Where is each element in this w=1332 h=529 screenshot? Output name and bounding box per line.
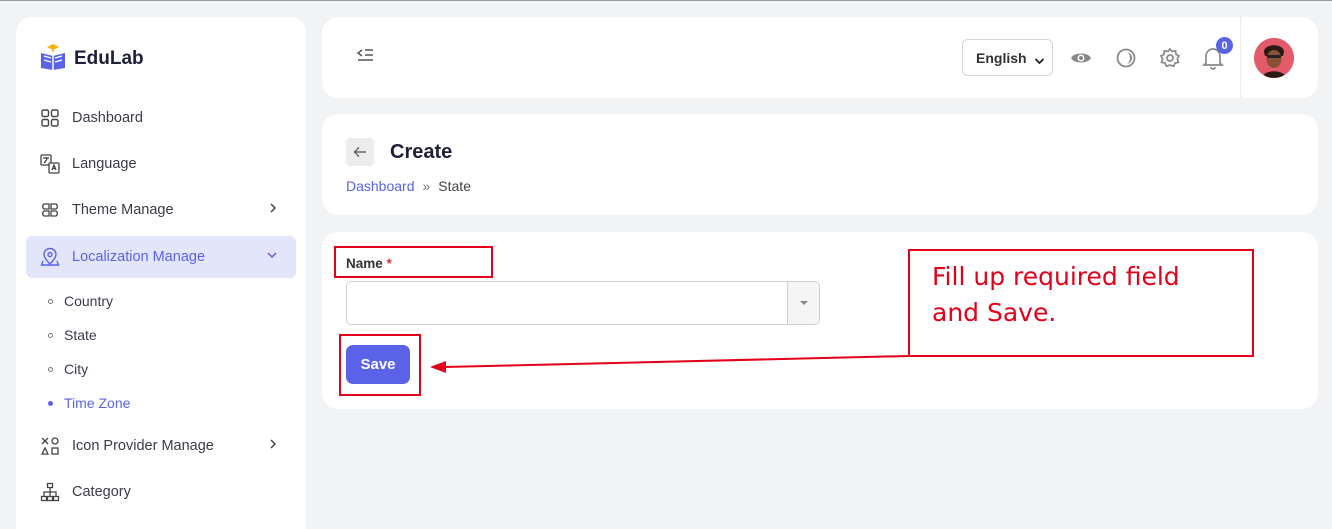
- annotation-arrow: [430, 355, 909, 373]
